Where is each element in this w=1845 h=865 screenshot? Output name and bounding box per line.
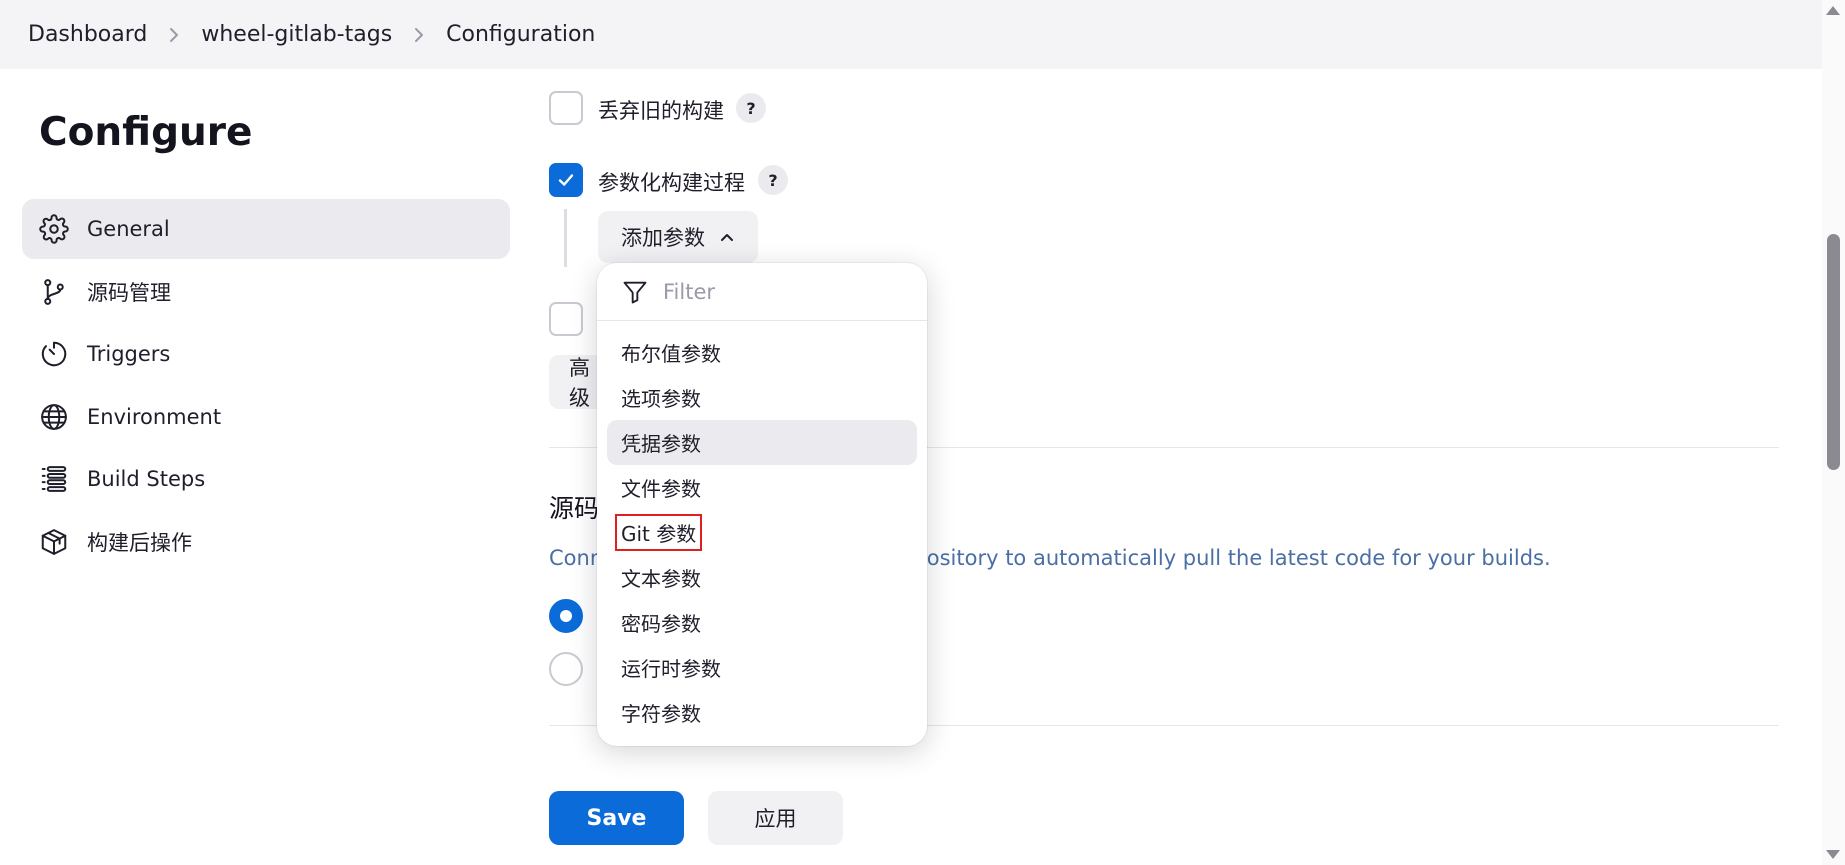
filter-icon bbox=[623, 281, 647, 303]
scm-none-radio[interactable] bbox=[549, 599, 583, 633]
apply-button[interactable]: 应用 bbox=[708, 791, 843, 845]
package-icon bbox=[38, 526, 70, 558]
dropdown-item-choice[interactable]: 选项参数 bbox=[607, 375, 917, 420]
chevron-up-icon bbox=[721, 234, 733, 241]
discard-old-builds-label: 丢弃旧的构建 bbox=[598, 99, 724, 123]
dropdown-item-git-label: Git 参数 bbox=[614, 514, 703, 551]
sidebar-item-general[interactable]: General bbox=[22, 199, 510, 259]
dropdown-item-boolean[interactable]: 布尔值参数 bbox=[607, 330, 917, 375]
scroll-down-icon[interactable] bbox=[1826, 850, 1840, 859]
sidebar-nav: General 源码管理 Triggers Environment Build … bbox=[22, 199, 510, 574]
sidebar-item-label: 源码管理 bbox=[87, 280, 171, 305]
sidebar-item-label: Build Steps bbox=[87, 467, 206, 491]
page-scrollbar[interactable] bbox=[1822, 0, 1845, 865]
sidebar: Configure General 源码管理 Triggers Environm… bbox=[0, 69, 520, 865]
breadcrumb: Dashboard wheel-gitlab-tags Configuratio… bbox=[0, 0, 1822, 69]
list-icon bbox=[38, 463, 70, 495]
bottom-action-bar: Save 应用 bbox=[510, 770, 1812, 865]
gear-icon bbox=[38, 213, 70, 245]
chevron-right-icon bbox=[413, 26, 425, 44]
section-indent-line bbox=[564, 209, 567, 267]
parameterized-build-checkbox[interactable] bbox=[549, 163, 583, 197]
chevron-right-icon bbox=[168, 26, 180, 44]
dropdown-filter bbox=[597, 263, 927, 321]
sidebar-item-label: 构建后操作 bbox=[87, 530, 192, 555]
sidebar-item-label: Triggers bbox=[87, 342, 171, 366]
dropdown-item-password[interactable]: 密码参数 bbox=[607, 600, 917, 645]
help-icon[interactable]: ? bbox=[736, 93, 766, 123]
discard-old-builds-checkbox[interactable] bbox=[549, 91, 583, 125]
sidebar-item-environment[interactable]: Environment bbox=[22, 387, 510, 447]
add-parameter-label: 添加参数 bbox=[621, 226, 705, 250]
globe-icon bbox=[38, 401, 70, 433]
page-title: Configure bbox=[39, 110, 253, 155]
sidebar-item-triggers[interactable]: Triggers bbox=[22, 324, 510, 384]
filter-input[interactable] bbox=[661, 278, 901, 305]
git-branch-icon bbox=[38, 276, 70, 308]
add-parameter-dropdown: 布尔值参数 选项参数 凭据参数 文件参数 Git 参数 文本参数 密码参数 运行… bbox=[597, 263, 927, 746]
dropdown-item-file[interactable]: 文件参数 bbox=[607, 465, 917, 510]
parameterized-build-label: 参数化构建过程 bbox=[598, 171, 745, 195]
scm-git-radio[interactable] bbox=[549, 652, 583, 686]
checkmark-icon bbox=[558, 174, 574, 186]
sidebar-item-label: General bbox=[87, 217, 170, 241]
breadcrumb-configuration[interactable]: Configuration bbox=[446, 22, 595, 47]
add-parameter-button[interactable]: 添加参数 bbox=[598, 211, 758, 263]
timer-icon bbox=[38, 338, 70, 370]
dropdown-item-git[interactable]: Git 参数 bbox=[607, 510, 917, 555]
breadcrumb-job[interactable]: wheel-gitlab-tags bbox=[201, 22, 392, 47]
sidebar-item-build-steps[interactable]: Build Steps bbox=[22, 449, 510, 509]
sidebar-item-label: Environment bbox=[87, 404, 222, 429]
sidebar-item-post-build[interactable]: 构建后操作 bbox=[22, 512, 510, 572]
option-checkbox[interactable] bbox=[549, 302, 583, 336]
scroll-thumb[interactable] bbox=[1827, 234, 1840, 470]
dropdown-item-text[interactable]: 文本参数 bbox=[607, 555, 917, 600]
dropdown-item-credentials[interactable]: 凭据参数 bbox=[607, 420, 917, 465]
scroll-up-icon[interactable] bbox=[1826, 6, 1840, 15]
help-icon[interactable]: ? bbox=[758, 165, 788, 195]
dropdown-item-run[interactable]: 运行时参数 bbox=[607, 645, 917, 690]
sidebar-item-scm[interactable]: 源码管理 bbox=[22, 262, 510, 322]
breadcrumb-dashboard[interactable]: Dashboard bbox=[28, 22, 147, 47]
dropdown-list: 布尔值参数 选项参数 凭据参数 文件参数 Git 参数 文本参数 密码参数 运行… bbox=[597, 321, 927, 735]
save-button[interactable]: Save bbox=[549, 791, 684, 845]
dropdown-item-string[interactable]: 字符参数 bbox=[607, 690, 917, 735]
